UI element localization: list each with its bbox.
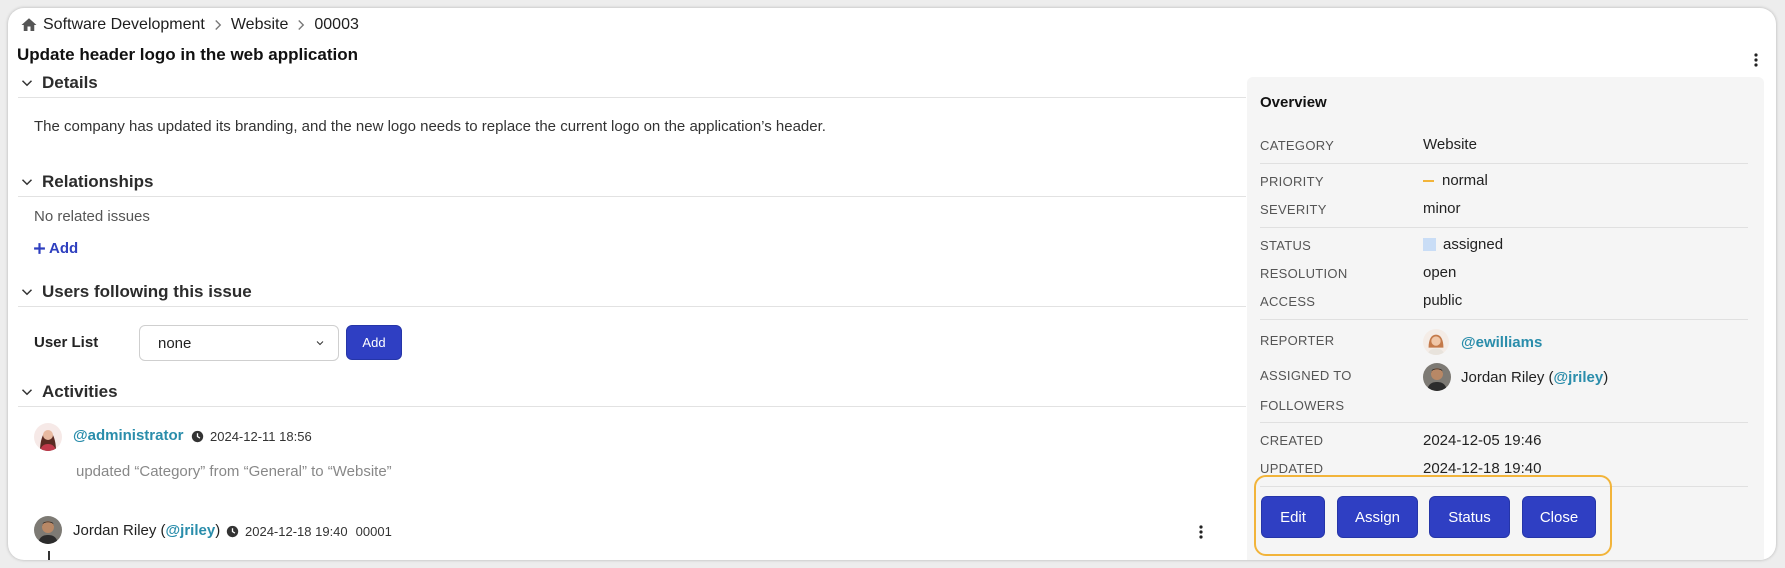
clock-icon: [191, 430, 204, 443]
category-label: CATEGORY: [1260, 138, 1335, 153]
assignee-name: Jordan Riley: [1461, 368, 1545, 386]
breadcrumb: Software Development Website 00003: [20, 16, 359, 34]
status-button[interactable]: Status: [1429, 496, 1510, 538]
activity-user: Jordan Riley (@jriley): [73, 522, 221, 539]
clock-icon: [226, 525, 239, 538]
activity-timestamp: 2024-12-18 19:40 00001: [226, 524, 392, 539]
created-label: CREATED: [1260, 433, 1324, 448]
page-title: Update header logo in the web applicatio…: [17, 45, 358, 64]
activity-timestamp: 2024-12-11 18:56: [191, 429, 312, 444]
resolution-value: open: [1423, 264, 1457, 281]
issue-card: Software Development Website 00003 Updat…: [8, 8, 1776, 560]
chevron-right-icon: [298, 20, 305, 30]
breadcrumb-issue-id: 00003: [314, 16, 359, 33]
chevron-down-icon: [21, 178, 33, 185]
severity-label: SEVERITY: [1260, 202, 1327, 217]
status-label: STATUS: [1260, 238, 1312, 253]
plus-icon: [34, 243, 45, 254]
issue-description: The company has updated its branding, an…: [34, 118, 826, 135]
add-relationship-link[interactable]: Add: [33, 240, 78, 257]
avatar: [34, 516, 62, 544]
reporter-label: REPORTER: [1260, 333, 1335, 348]
status-color-swatch: [1423, 238, 1436, 251]
priority-value: normal: [1423, 172, 1488, 189]
avatar: [34, 423, 62, 451]
section-relationships-title: Relationships: [42, 171, 154, 191]
status-value: assigned: [1423, 236, 1503, 253]
chevron-right-icon: [215, 20, 222, 30]
divider: [1260, 319, 1748, 320]
divider: [1260, 422, 1748, 423]
followers-label: FOLLOWERS: [1260, 398, 1345, 413]
priority-label: PRIORITY: [1260, 174, 1324, 189]
activity-user-name: Jordan Riley: [73, 522, 157, 539]
section-details-header[interactable]: Details: [18, 68, 1246, 98]
assign-button[interactable]: Assign: [1337, 496, 1418, 538]
divider: [1260, 227, 1748, 228]
updated-label: UPDATED: [1260, 461, 1324, 476]
resolution-label: RESOLUTION: [1260, 266, 1348, 281]
assignee-handle-link[interactable]: @jriley: [1554, 369, 1604, 386]
add-relationship-label: Add: [49, 240, 79, 257]
section-activities-header[interactable]: Activities: [18, 377, 1246, 407]
breadcrumb-project[interactable]: Software Development: [43, 16, 205, 34]
no-related-issues-text: No related issues: [34, 208, 150, 225]
priority-indicator-icon: [1423, 179, 1434, 182]
kebab-menu-icon: [1199, 525, 1203, 539]
reporter-link[interactable]: @ewilliams: [1461, 334, 1542, 351]
created-value: 2024-12-05 19:46: [1423, 432, 1542, 449]
chevron-down-icon: [21, 288, 33, 295]
user-list-select-value: none: [158, 334, 192, 352]
section-followers-title: Users following this issue: [42, 281, 252, 301]
edit-button[interactable]: Edit: [1261, 496, 1325, 538]
access-value: public: [1423, 292, 1463, 309]
avatar: [1423, 363, 1451, 391]
activity-user-link[interactable]: @administrator: [73, 427, 183, 444]
kebab-menu-icon: [1754, 53, 1758, 67]
activity-menu-button[interactable]: [1191, 522, 1211, 542]
add-follower-button[interactable]: Add: [346, 325, 402, 360]
activity-ref: 00001: [355, 524, 392, 539]
severity-value: minor: [1423, 200, 1461, 217]
user-list-select[interactable]: none: [139, 325, 339, 361]
activity-user-handle-link[interactable]: @jriley: [166, 522, 216, 539]
chevron-down-icon: [21, 79, 33, 86]
avatar: [1423, 329, 1449, 355]
activity-text: updated “Category” from “General” to “We…: [76, 463, 392, 480]
section-details-title: Details: [42, 72, 98, 92]
activity-thread-line: [48, 551, 50, 560]
chevron-down-icon: [21, 388, 33, 395]
user-list-label: User List: [34, 334, 99, 351]
close-button[interactable]: Close: [1522, 496, 1596, 538]
section-followers-header[interactable]: Users following this issue: [18, 277, 1246, 307]
divider: [1260, 163, 1748, 164]
category-value: Website: [1423, 136, 1477, 153]
section-relationships-header[interactable]: Relationships: [18, 167, 1246, 197]
home-icon[interactable]: [20, 16, 38, 34]
assigned-to-value: Jordan Riley (@jriley): [1423, 363, 1608, 391]
section-activities-title: Activities: [42, 381, 118, 401]
overview-title: Overview: [1260, 94, 1327, 111]
access-label: ACCESS: [1260, 294, 1316, 309]
breadcrumb-category[interactable]: Website: [231, 16, 289, 34]
issue-menu-button[interactable]: [1746, 50, 1766, 70]
assigned-to-label: ASSIGNED TO: [1260, 368, 1352, 383]
chevron-down-icon: [316, 341, 324, 346]
reporter-value: @ewilliams: [1423, 329, 1542, 355]
